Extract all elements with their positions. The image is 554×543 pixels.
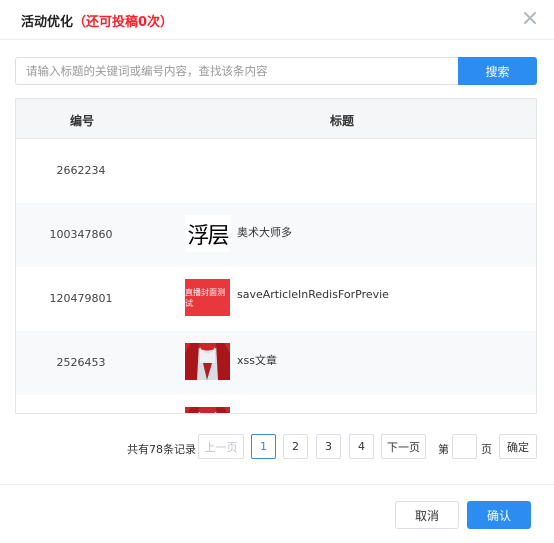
footer-divider bbox=[0, 484, 554, 485]
thumbnail-text: 浮层 bbox=[185, 215, 230, 252]
row-thumbnail: 浮层 bbox=[185, 215, 230, 252]
page-jump-input[interactable] bbox=[452, 434, 477, 459]
dialog-subtitle: （还可投稿0次） bbox=[73, 15, 174, 30]
table-row[interactable] bbox=[16, 395, 536, 413]
page-button-3[interactable]: 3 bbox=[316, 434, 341, 459]
thumbnail-text: 直播封面测试 bbox=[185, 279, 230, 316]
jump-prefix: 第 bbox=[438, 443, 449, 456]
content-table: 编号 标题 2662234 100347860 浮层 奥术大师多 1204798… bbox=[15, 98, 537, 414]
row-id: 120479801 bbox=[49, 292, 113, 305]
row-title: saveArticleInRedisForPrevie bbox=[237, 288, 389, 301]
row-thumbnail bbox=[185, 407, 230, 413]
close-icon[interactable] bbox=[521, 9, 539, 27]
table-row[interactable]: 120479801 直播封面测试 saveArticleInRedisForPr… bbox=[16, 267, 536, 331]
next-page-button[interactable]: 下一页 bbox=[381, 434, 426, 459]
dialog-header: 活动优化（还可投稿0次） bbox=[0, 0, 554, 40]
dialog-title-text: 活动优化 bbox=[21, 15, 74, 30]
table-header: 编号 标题 bbox=[16, 99, 536, 139]
row-thumbnail bbox=[185, 343, 230, 380]
row-id: 2526453 bbox=[56, 356, 106, 369]
row-id: 100347860 bbox=[49, 228, 113, 241]
row-thumbnail: 直播封面测试 bbox=[185, 279, 230, 316]
dialog: 活动优化（还可投稿0次） 搜索 编号 标题 2662234 100347860 … bbox=[0, 0, 554, 543]
column-header-id: 编号 bbox=[70, 114, 95, 128]
page-button-4[interactable]: 4 bbox=[349, 434, 374, 459]
column-header-title: 标题 bbox=[330, 114, 355, 128]
page-button-1[interactable]: 1 bbox=[251, 434, 276, 459]
table-row[interactable]: 2662234 bbox=[16, 139, 536, 203]
page-button-2[interactable]: 2 bbox=[283, 434, 308, 459]
jump-confirm-button[interactable]: 确定 bbox=[499, 434, 537, 459]
prev-page-button[interactable]: 上一页 bbox=[198, 434, 244, 459]
thumbnail-photo bbox=[185, 407, 230, 413]
search-input[interactable] bbox=[15, 57, 458, 85]
table-row[interactable]: 2526453 xss文章 bbox=[16, 331, 536, 395]
confirm-button[interactable]: 确认 bbox=[467, 501, 531, 529]
row-title: 奥术大师多 bbox=[237, 226, 292, 239]
search-button[interactable]: 搜索 bbox=[458, 57, 537, 85]
dialog-title: 活动优化（还可投稿0次） bbox=[21, 11, 173, 30]
cancel-button[interactable]: 取消 bbox=[395, 501, 459, 529]
thumbnail-photo bbox=[185, 343, 230, 380]
row-id: 2662234 bbox=[56, 164, 106, 177]
table-row[interactable]: 100347860 浮层 奥术大师多 bbox=[16, 203, 536, 267]
pagination-total: 共有78条记录 bbox=[127, 443, 196, 456]
jump-suffix: 页 bbox=[481, 443, 492, 456]
row-title: xss文章 bbox=[237, 354, 277, 367]
